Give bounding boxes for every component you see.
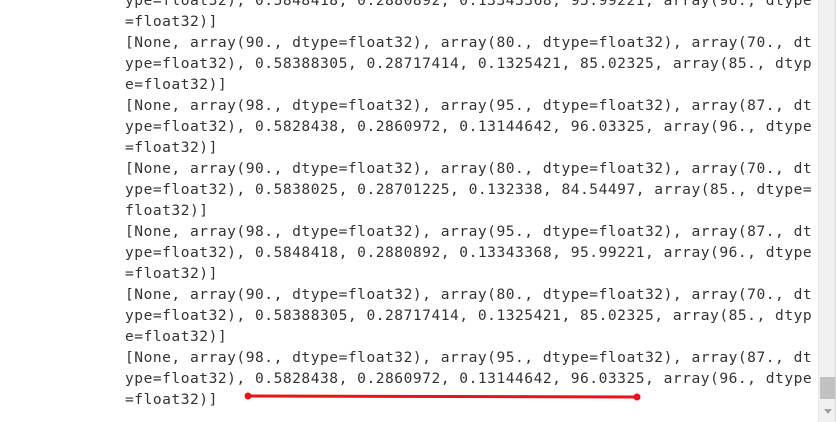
vertical-scrollbar[interactable] (818, 0, 835, 422)
output-line: e=float32)] (125, 328, 228, 345)
output-line: [None, array(90., dtype=float32), array(… (125, 286, 813, 303)
output-line: [None, array(98., dtype=float32), array(… (125, 223, 813, 240)
cell-output-text: ype=float32), 0.5848418, 0.2880892, 0.13… (125, 0, 813, 410)
output-line: float32)] (125, 202, 209, 219)
output-line: ype=float32), 0.58388305, 0.28717414, 0.… (125, 55, 813, 72)
output-line: =float32)] (125, 13, 218, 30)
notebook-output-area: ype=float32), 0.5848418, 0.2880892, 0.13… (0, 0, 836, 422)
output-line: ype=float32), 0.5828438, 0.2860972, 0.13… (125, 370, 813, 387)
output-line: ype=float32), 0.58388305, 0.28717414, 0.… (125, 307, 813, 324)
output-line: ype=float32), 0.5838025, 0.28701225, 0.1… (125, 181, 813, 198)
output-line: =float32)] (125, 265, 218, 282)
output-line: [None, array(98., dtype=float32), array(… (125, 97, 813, 114)
output-line: [None, array(98., dtype=float32), array(… (125, 349, 813, 366)
output-line: =float32)] (125, 139, 218, 156)
output-line: [None, array(90., dtype=float32), array(… (125, 160, 813, 177)
output-line: ype=float32), 0.5848418, 0.2880892, 0.13… (125, 0, 813, 9)
output-line: [None, array(90., dtype=float32), array(… (125, 34, 813, 51)
scrollbar-thumb[interactable] (820, 377, 835, 399)
scroll-down-arrow-icon[interactable] (819, 406, 835, 416)
output-line: =float32)] (125, 391, 218, 408)
output-line: ype=float32), 0.5848418, 0.2880892, 0.13… (125, 244, 813, 261)
output-line: ype=float32), 0.5828438, 0.2860972, 0.13… (125, 118, 813, 135)
output-line: e=float32)] (125, 76, 228, 93)
